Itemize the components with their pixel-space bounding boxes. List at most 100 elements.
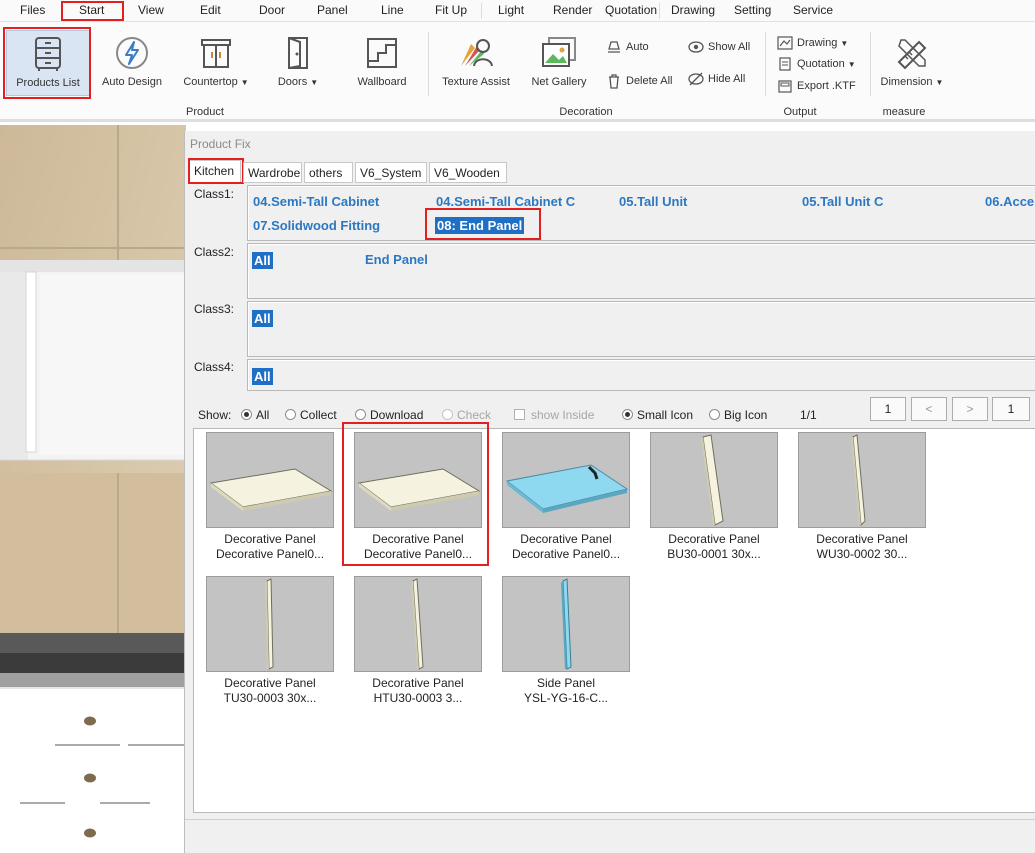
dimension-button[interactable]: Dimension ▼: [876, 36, 948, 88]
product-thumbnail: [354, 432, 482, 528]
product-thumbnail: [650, 432, 778, 528]
export-ktf-button[interactable]: Export .KTF: [777, 79, 856, 93]
menu-line[interactable]: Line: [381, 3, 404, 17]
menu-panel[interactable]: Panel: [317, 3, 348, 17]
net-gallery-button[interactable]: Net Gallery: [524, 36, 594, 88]
drawing-button[interactable]: Drawing ▼: [777, 36, 848, 50]
product-card[interactable]: Decorative Panel HTU30-0003 3...: [342, 573, 482, 709]
product-name: Decorative Panel: [372, 676, 464, 690]
menu-service[interactable]: Service: [793, 3, 833, 17]
last-page-button[interactable]: 1: [992, 397, 1030, 421]
lightning-icon: [116, 37, 148, 69]
show-all-button[interactable]: Show All: [688, 40, 750, 54]
texture-palette-icon: [461, 39, 493, 67]
show-all-radio[interactable]: All: [241, 408, 269, 422]
next-page-button[interactable]: >: [952, 397, 988, 421]
auto-button[interactable]: Auto: [606, 40, 649, 54]
menu-door[interactable]: Door: [259, 3, 285, 17]
product-card[interactable]: Decorative Panel BU30-0001 30x...: [638, 429, 778, 565]
big-icon-radio[interactable]: Big Icon: [709, 408, 767, 422]
product-name: Decorative Panel: [372, 532, 464, 546]
auto-design-button[interactable]: Auto Design: [95, 36, 169, 88]
dialog-title: Product Fix: [190, 137, 251, 151]
product-code: Decorative Panel0...: [215, 547, 325, 561]
dropdown-arrow-icon: ▼: [310, 78, 319, 87]
menu-start[interactable]: Start: [79, 3, 104, 17]
product-thumbnail: [206, 576, 334, 672]
product-thumbnail: [798, 432, 926, 528]
small-icon-radio[interactable]: Small Icon: [622, 408, 693, 422]
class1-end-panel[interactable]: 08: End Panel: [435, 217, 525, 234]
tab-kitchen[interactable]: Kitchen: [189, 160, 241, 184]
countertop-icon: [201, 39, 231, 68]
prev-page-button[interactable]: <: [911, 397, 947, 421]
hide-all-label: Hide All: [708, 72, 746, 85]
class1-accessories[interactable]: 06.Acce: [985, 194, 1034, 209]
group-label-product: Product: [186, 106, 224, 118]
class2-all[interactable]: All: [252, 252, 273, 269]
quotation-label: Quotation: [797, 57, 845, 70]
class3-all[interactable]: All: [252, 310, 273, 327]
countertop-button[interactable]: Countertop ▼: [178, 36, 254, 88]
product-card[interactable]: Side Panel YSL-YG-16-C...: [490, 573, 630, 709]
product-card[interactable]: Decorative Panel TU30-0003 30x...: [194, 573, 334, 709]
show-inside-checkbox[interactable]: show Inside: [514, 408, 594, 422]
product-name: Decorative Panel: [224, 676, 316, 690]
class1-tall-unit[interactable]: 05.Tall Unit: [619, 194, 687, 209]
menu-render[interactable]: Render: [553, 3, 592, 17]
check-radio[interactable]: Check: [442, 408, 491, 422]
product-thumbnail: [502, 432, 630, 528]
checkbox-square: [514, 409, 525, 420]
menu-quotation[interactable]: Quotation: [605, 3, 657, 17]
menu-files[interactable]: Files: [20, 3, 45, 17]
dropdown-arrow-icon: ▼: [847, 59, 856, 69]
class4-all[interactable]: All: [252, 368, 273, 385]
group-label-decoration: Decoration: [559, 106, 613, 118]
wallboard-button[interactable]: Wallboard: [350, 36, 414, 88]
first-page-button[interactable]: 1: [870, 397, 906, 421]
lamp-icon: [608, 41, 620, 53]
radio-dot: [355, 409, 366, 420]
show-inside-label: show Inside: [531, 408, 595, 422]
tab-others[interactable]: others: [304, 162, 353, 183]
doors-button[interactable]: Doors ▼: [268, 36, 328, 88]
download-radio[interactable]: Download: [355, 408, 423, 422]
big-icon-radio-label: Big Icon: [724, 408, 768, 422]
collect-radio[interactable]: Collect: [285, 408, 337, 422]
product-card[interactable]: Decorative Panel WU30-0002 30...: [786, 429, 926, 565]
product-card[interactable]: Decorative Panel Decorative Panel0...: [490, 429, 630, 565]
class1-tall-unit-c[interactable]: 05.Tall Unit C: [802, 194, 883, 209]
menu-view[interactable]: View: [138, 3, 164, 17]
menu-light[interactable]: Light: [498, 3, 524, 17]
menu-drawing[interactable]: Drawing: [671, 3, 715, 17]
tab-wardrobe[interactable]: Wardrobe: [243, 162, 302, 183]
menu-fit-up[interactable]: Fit Up: [435, 3, 467, 17]
product-card[interactable]: Decorative Panel Decorative Panel0...: [342, 429, 482, 565]
product-name: Side Panel: [536, 676, 596, 690]
product-code: HTU30-0003 3...: [373, 691, 463, 705]
texture-assist-button[interactable]: Texture Assist: [437, 36, 515, 88]
tab-v6-system[interactable]: V6_System: [355, 162, 427, 183]
collect-radio-label: Collect: [300, 408, 337, 422]
product-card[interactable]: Decorative Panel Decorative Panel0...: [194, 429, 334, 565]
ribbon-toolbar: Products List Auto Design Countertop ▼ Do…: [0, 22, 1035, 122]
class1-semi-tall-cabinet-c[interactable]: 04.Semi-Tall Cabinet C: [436, 194, 575, 209]
wallboard-icon: [367, 38, 397, 68]
3d-viewport[interactable]: [0, 125, 186, 853]
drawing-icon: [777, 36, 793, 50]
radio-dot: [442, 409, 453, 420]
class1-solidwood-fitting[interactable]: 07.Solidwood Fitting: [253, 218, 380, 233]
tab-v6-wooden[interactable]: V6_Wooden: [429, 162, 507, 183]
menu-edit[interactable]: Edit: [200, 3, 221, 17]
eye-icon: [688, 41, 704, 53]
products-list-button[interactable]: Products List: [6, 30, 90, 96]
menu-setting[interactable]: Setting: [734, 3, 771, 17]
texture-assist-label: Texture Assist: [442, 76, 510, 88]
countertop-label: Countertop: [183, 76, 238, 88]
hide-all-button[interactable]: Hide All: [688, 72, 745, 86]
delete-all-button[interactable]: Delete All: [606, 73, 672, 89]
quotation-button[interactable]: Quotation ▼: [777, 57, 856, 71]
doors-label: Doors: [277, 76, 308, 88]
class2-end-panel[interactable]: End Panel: [365, 252, 428, 267]
class1-semi-tall-cabinet[interactable]: 04.Semi-Tall Cabinet: [253, 194, 379, 209]
